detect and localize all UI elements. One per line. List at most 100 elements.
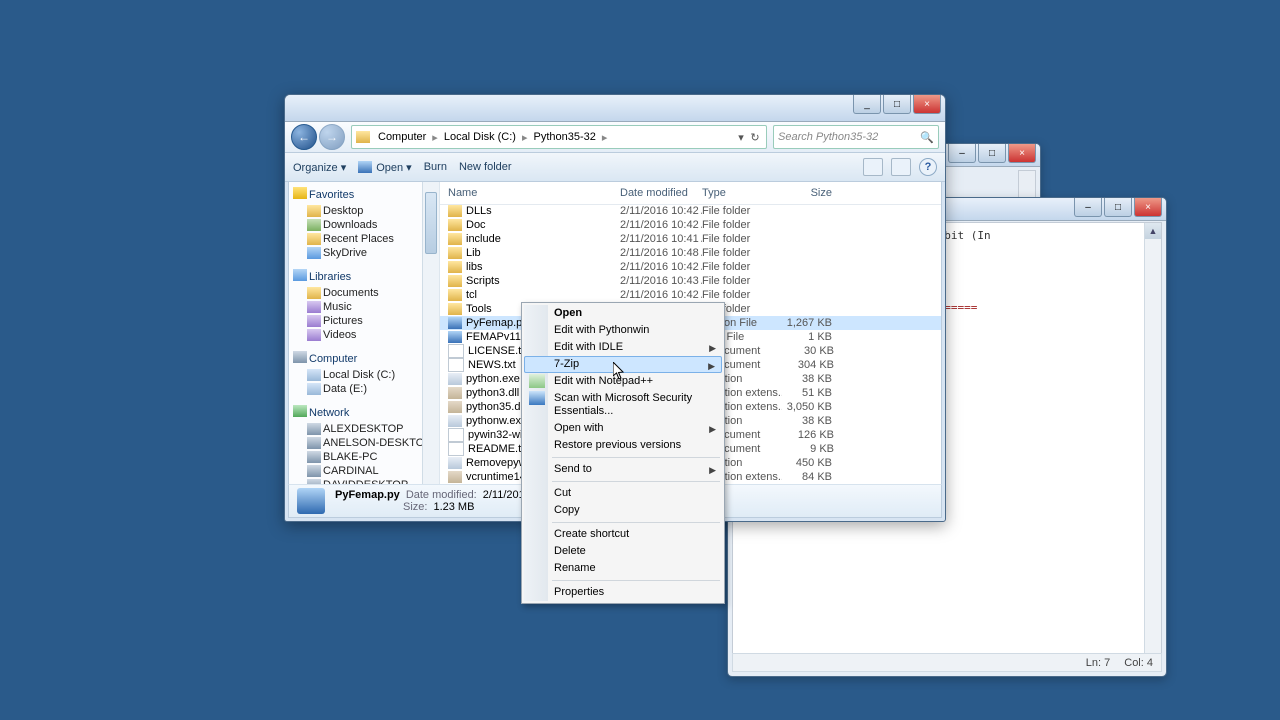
downloads-icon (307, 219, 321, 231)
open-button[interactable]: Open ▾ (358, 161, 412, 174)
search-placeholder: Search Python35-32 (778, 131, 878, 143)
sidebar-libraries[interactable]: Libraries (289, 268, 439, 286)
explorer-titlebar[interactable]: _ □ × (285, 95, 945, 122)
sidebar-favorites[interactable]: Favorites (289, 186, 439, 204)
nav-bar: ← → Computer▸ Local Disk (C:)▸ Python35-… (285, 122, 945, 153)
context-item-label: Scan with Microsoft Security Essentials.… (554, 392, 692, 417)
crumb-drive[interactable]: Local Disk (C:) (440, 131, 520, 143)
bg-maximize[interactable]: □ (978, 144, 1006, 163)
context-item[interactable]: Create shortcut (524, 526, 722, 543)
file-icon (448, 247, 462, 259)
preview-pane-icon[interactable] (891, 158, 911, 176)
context-item[interactable]: Send to▶ (524, 461, 722, 478)
col-type[interactable]: Type (702, 187, 782, 199)
sidebar-item-net[interactable]: ANELSON-DESKTOP (289, 436, 439, 450)
file-row[interactable]: include2/11/2016 10:41 AMFile folder (440, 232, 941, 246)
sidebar-item-net[interactable]: BLAKE-PC (289, 450, 439, 464)
sidebar-item-net[interactable]: ALEXDESKTOP (289, 422, 439, 436)
sidebar-item-videos[interactable]: Videos (289, 328, 439, 342)
sidebar-item-e-drive[interactable]: Data (E:) (289, 382, 439, 396)
sidebar-item-recent[interactable]: Recent Places (289, 232, 439, 246)
star-icon (293, 187, 307, 199)
burn-button[interactable]: Burn (424, 161, 447, 173)
skydrive-icon (307, 247, 321, 259)
file-date: 2/11/2016 10:41 AM (620, 233, 702, 245)
sidebar-item-desktop[interactable]: Desktop (289, 204, 439, 218)
file-size: 38 KB (782, 373, 832, 385)
context-item[interactable]: Edit with IDLE▶ (524, 339, 722, 356)
sidebar-item-skydrive[interactable]: SkyDrive (289, 246, 439, 260)
pc-icon (307, 437, 321, 449)
context-item[interactable]: Rename (524, 560, 722, 577)
scrollbar-thumb[interactable] (425, 192, 437, 254)
file-size: 3,050 KB (782, 401, 832, 413)
context-item[interactable]: Copy (524, 502, 722, 519)
scroll-up-icon[interactable]: ▲ (1145, 223, 1161, 239)
file-size: 51 KB (782, 387, 832, 399)
help-icon[interactable]: ? (919, 158, 937, 176)
col-size[interactable]: Size (782, 187, 832, 199)
np-icon (529, 374, 545, 388)
minimize-button[interactable]: _ (853, 95, 881, 114)
search-input[interactable]: Search Python35-32 🔍 (773, 125, 939, 149)
file-icon (448, 219, 462, 231)
col-date[interactable]: Date modified (620, 187, 702, 199)
sidebar-item-music[interactable]: Music (289, 300, 439, 314)
view-options-icon[interactable] (863, 158, 883, 176)
sidebar-item-pictures[interactable]: Pictures (289, 314, 439, 328)
address-bar[interactable]: Computer▸ Local Disk (C:)▸ Python35-32▸ … (351, 125, 767, 149)
context-item[interactable]: Cut (524, 485, 722, 502)
column-headers[interactable]: Name Date modified Type Size (440, 182, 941, 205)
refresh-icon[interactable]: ↻ (748, 131, 762, 144)
desktop-icon (307, 205, 321, 217)
context-item[interactable]: Properties (524, 584, 722, 601)
sidebar-item-label: Music (323, 301, 352, 313)
file-row[interactable]: libs2/11/2016 10:42 AMFile folder (440, 260, 941, 274)
context-item[interactable]: Open (524, 305, 722, 322)
bg-close[interactable]: × (1008, 144, 1036, 163)
back-button[interactable]: ← (291, 124, 317, 150)
context-item-label: Edit with IDLE (554, 341, 623, 353)
sidebar-item-documents[interactable]: Documents (289, 286, 439, 300)
file-row[interactable]: DLLs2/11/2016 10:42 AMFile folder (440, 204, 941, 218)
file-row[interactable]: Doc2/11/2016 10:42 AMFile folder (440, 218, 941, 232)
mouse-cursor-icon (613, 362, 625, 380)
bg-minimize[interactable]: – (948, 144, 976, 163)
forward-button[interactable]: → (319, 124, 345, 150)
col-name[interactable]: Name (448, 187, 620, 199)
file-row[interactable]: Scripts2/11/2016 10:43 AMFile folder (440, 274, 941, 288)
context-item[interactable]: Edit with Pythonwin (524, 322, 722, 339)
editor-minimize[interactable]: – (1074, 198, 1102, 217)
editor-scrollbar[interactable]: ▲ (1144, 223, 1161, 653)
sidebar-item-net[interactable]: CARDINAL (289, 464, 439, 478)
bg-scrollbar[interactable] (1018, 170, 1036, 200)
crumb-computer[interactable]: Computer (374, 131, 430, 143)
file-row[interactable]: Lib2/11/2016 10:48 AMFile folder (440, 246, 941, 260)
address-dropdown-icon[interactable]: ▾ (734, 131, 748, 144)
sidebar-network[interactable]: Network (289, 404, 439, 422)
context-item[interactable]: Scan with Microsoft Security Essentials.… (524, 390, 722, 420)
context-item-label: Properties (554, 586, 604, 598)
organize-button[interactable]: Organize ▾ (293, 161, 346, 174)
search-icon: 🔍 (920, 131, 934, 144)
context-item[interactable]: Restore previous versions (524, 437, 722, 454)
crumb-folder[interactable]: Python35-32 (529, 131, 599, 143)
context-item-label: Copy (554, 504, 580, 516)
sidebar-item-downloads[interactable]: Downloads (289, 218, 439, 232)
sidebar-scrollbar[interactable] (422, 182, 439, 484)
context-item[interactable]: Delete (524, 543, 722, 560)
new-folder-button[interactable]: New folder (459, 161, 512, 173)
close-button[interactable]: × (913, 95, 941, 114)
sidebar-item-c-drive[interactable]: Local Disk (C:) (289, 368, 439, 382)
sidebar-computer[interactable]: Computer (289, 350, 439, 368)
maximize-button[interactable]: □ (883, 95, 911, 114)
open-label: Open ▾ (376, 162, 412, 174)
editor-maximize[interactable]: □ (1104, 198, 1132, 217)
context-item[interactable]: Open with▶ (524, 420, 722, 437)
file-row[interactable]: tcl2/11/2016 10:42 AMFile folder (440, 288, 941, 302)
python-icon (358, 161, 372, 173)
videos-icon (307, 329, 321, 341)
file-size: 38 KB (782, 415, 832, 427)
computer-icon (293, 351, 307, 363)
editor-close[interactable]: × (1134, 198, 1162, 217)
